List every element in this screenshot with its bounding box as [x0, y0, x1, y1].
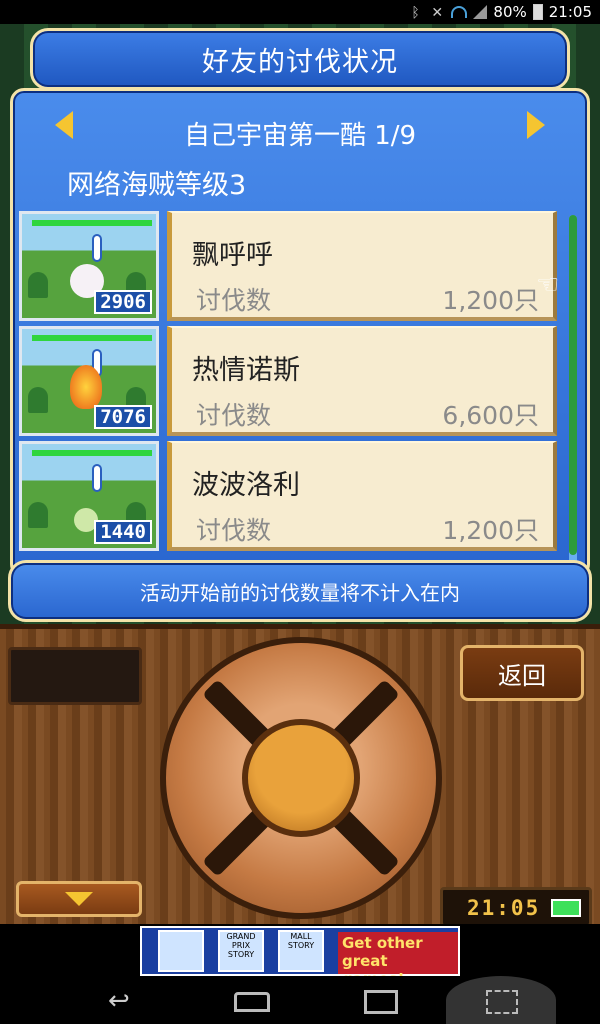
clock-text: 21:05: [467, 896, 541, 920]
hp-bar: [32, 450, 152, 456]
menu-down-button[interactable]: [16, 881, 142, 917]
game-clock: 21:05: [440, 887, 592, 924]
title-panel: 好友的讨伐状况: [30, 28, 570, 90]
kill-label: 讨伐数: [196, 401, 272, 430]
monster-thumbnail: 1440: [19, 441, 159, 551]
exclamation-icon: [92, 234, 102, 262]
ad-grandprix-tile[interactable]: GRAND PRIX STORY: [218, 930, 264, 972]
hp-bar: [32, 335, 152, 341]
hp-bar: [32, 220, 152, 226]
list-item[interactable]: 1440 波波洛利 讨伐数 1,200只: [19, 441, 559, 553]
list-item[interactable]: 2906 飘呼呼 讨伐数 1,200只: [19, 211, 559, 323]
bluetooth-icon: ᛒ: [411, 5, 420, 21]
nav-back-icon[interactable]: [108, 986, 144, 1014]
kill-label: 讨伐数: [196, 286, 272, 315]
exclamation-icon: [92, 464, 102, 492]
tree-icon: [28, 387, 48, 413]
kill-count: 6,600只: [442, 401, 539, 430]
friend-status-panel: 自己宇宙第一酷 1/9 网络海贼等级3 2906 飘呼呼 讨伐数 1,200只: [10, 88, 590, 578]
thumb-number: 7076: [94, 405, 152, 429]
back-button[interactable]: 返回: [460, 645, 584, 701]
fire-monster-icon: [70, 365, 102, 409]
friend-header: 自己宇宙第一酷 1/9 网络海贼等级3: [21, 99, 579, 205]
page-title: 好友的讨伐状况: [202, 46, 398, 78]
notice-text: 活动开始前的讨伐数量将不计入在内: [140, 580, 460, 605]
monster-list[interactable]: 2906 飘呼呼 讨伐数 1,200只 7076 热情诺斯 讨伐数 6,600只…: [19, 211, 559, 571]
game-area: 好友的讨伐状况 自己宇宙第一酷 1/9 网络海贼等级3 2906 飘呼呼 讨伐数…: [0, 24, 600, 924]
pirate-level: 网络海贼等级3: [67, 170, 247, 201]
thumb-number: 2906: [94, 290, 152, 314]
scrollbar[interactable]: [569, 215, 577, 565]
status-icons: ᛒ ✕ 80% 21:05: [411, 3, 592, 21]
list-item[interactable]: 7076 热情诺斯 讨伐数 6,600只: [19, 326, 559, 438]
kill-label: 讨伐数: [196, 516, 272, 545]
thumb-number: 1440: [94, 520, 152, 544]
controller: 返回 21:05: [0, 624, 600, 924]
ad-mall-tile[interactable]: MALL STORY: [278, 930, 324, 972]
ad-castle-tile[interactable]: [158, 930, 204, 972]
hand-pointer-icon: ☜: [536, 270, 560, 300]
monster-card[interactable]: 热情诺斯 讨伐数 6,600只: [167, 326, 557, 436]
battery-icon: [551, 899, 581, 917]
monster-name: 波波洛利: [192, 470, 300, 501]
kill-count: 1,200只: [442, 516, 539, 545]
down-arrow-icon: [65, 892, 93, 906]
wifi-icon: [451, 6, 468, 18]
nav-recents-icon[interactable]: [364, 990, 398, 1014]
kill-count: 1,200只: [442, 286, 539, 315]
monster-name: 热情诺斯: [192, 355, 300, 386]
dpad[interactable]: [160, 637, 442, 919]
monster-name: 飘呼呼: [192, 240, 273, 271]
screenshot-icon[interactable]: [446, 976, 556, 1024]
battery-percent: 80%: [493, 3, 527, 21]
status-bar: ᛒ ✕ 80% 21:05: [0, 0, 600, 24]
next-friend-arrow-icon[interactable]: [527, 111, 545, 139]
friend-name: 自己宇宙第一酷 1/9: [183, 121, 417, 151]
battery-icon: [532, 4, 543, 20]
mute-icon: ✕: [431, 5, 444, 21]
tree-icon: [28, 502, 48, 528]
monster-card[interactable]: 飘呼呼 讨伐数 1,200只: [167, 211, 557, 321]
monster-thumbnail: 7076: [19, 326, 159, 436]
dpad-center-button[interactable]: [242, 719, 360, 837]
nav-home-icon[interactable]: [234, 992, 270, 1012]
nav-bar: [0, 976, 600, 1024]
ad-cta[interactable]: Get other great games!: [338, 932, 458, 988]
scrollbar-thumb[interactable]: [569, 215, 577, 555]
tree-icon: [28, 272, 48, 298]
screen-slot: [8, 647, 142, 705]
signal-icon: [473, 5, 488, 19]
monster-thumbnail: 2906: [19, 211, 159, 321]
monster-card[interactable]: 波波洛利 讨伐数 1,200只: [167, 441, 557, 551]
status-time: 21:05: [548, 3, 592, 21]
notice-panel: 活动开始前的讨伐数量将不计入在内: [8, 560, 592, 622]
ad-banner[interactable]: GRAND PRIX STORY MALL STORY Get other gr…: [140, 926, 460, 988]
